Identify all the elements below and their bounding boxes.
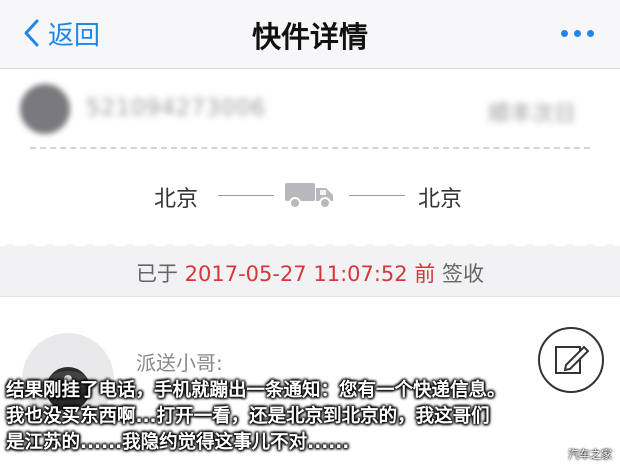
courier-label: 派送小哥: [136, 351, 223, 375]
tracking-number: 521094273006 [86, 96, 266, 121]
route: 北京 北京 [0, 175, 620, 215]
nav-bar: 返回 快件详情 [0, 0, 620, 69]
signed-status: 已于 2017-05-27 11:07:52 前 签收 [0, 258, 620, 288]
watermark: 汽车之家 [568, 448, 612, 461]
route-line [349, 195, 405, 196]
more-icon [561, 30, 568, 37]
divider [30, 147, 590, 149]
route-line [218, 195, 274, 196]
caption-line: 结果刚挂了电话，手机就蹦出一条通知：您有一个快递信息。 [6, 380, 506, 401]
signed-suffix-ago: 前 [414, 262, 436, 286]
tracking-row: 521094273006 顺丰次日 [20, 78, 600, 136]
carrier-name: 顺丰次日 [487, 102, 576, 127]
more-button[interactable] [561, 30, 594, 37]
signed-prefix: 已于 [135, 262, 178, 286]
caption-line: 我也没买东西啊...打开一看，还是北京到北京的，我这哥们 [6, 406, 490, 427]
page-title: 快件详情 [251, 20, 368, 54]
origin-city: 北京 [154, 187, 199, 212]
caption-line: 是江苏的......我隐约觉得这事儿不对...... [6, 432, 350, 453]
carrier-logo [20, 84, 70, 134]
destination-city: 北京 [418, 187, 463, 212]
caption-overlay: 结果刚挂了电话，手机就蹦出一条通知：您有一个快递信息。 我也没买东西啊...打开… [6, 378, 616, 456]
signed-time: 2017-05-27 11:07:52 [184, 262, 408, 286]
truck-icon [285, 183, 333, 209]
signed-suffix: 签收 [442, 262, 485, 286]
